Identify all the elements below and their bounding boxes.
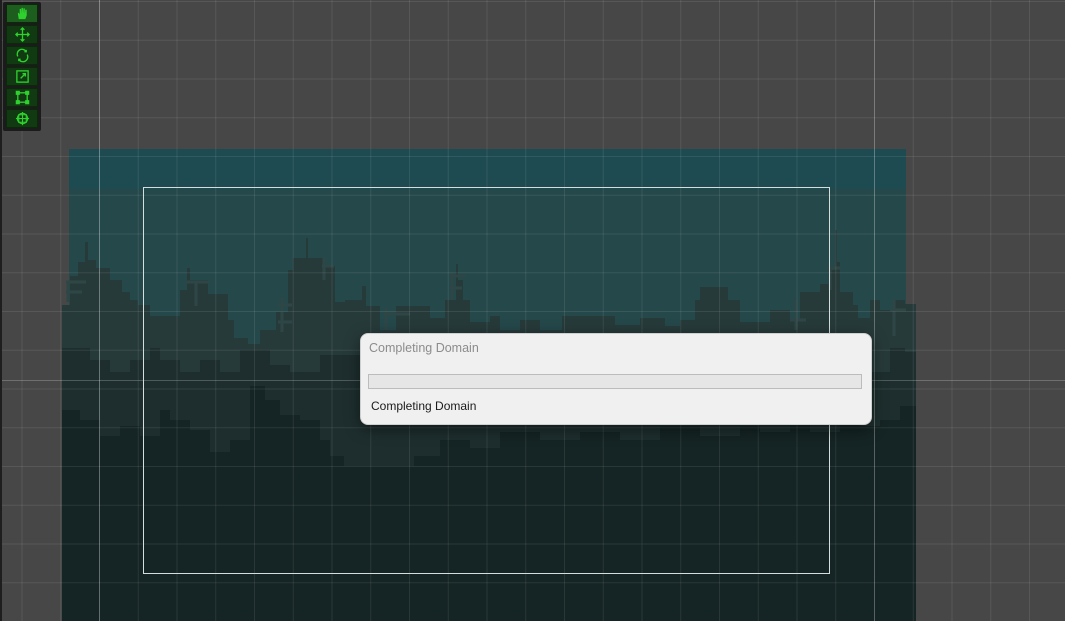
hand-tool-button[interactable]	[6, 4, 38, 23]
grid-axis-vertical	[99, 0, 100, 621]
grid-axis-vertical-right	[874, 0, 875, 621]
progress-bar	[368, 374, 862, 389]
hand-icon	[17, 7, 27, 20]
transform-tool-button[interactable]	[6, 109, 38, 128]
scale-icon	[15, 70, 29, 83]
scene-viewport[interactable]	[0, 0, 1065, 621]
rect-transform-icon	[15, 90, 29, 105]
dialog-title: Completing Domain	[369, 341, 479, 355]
scale-tool-button[interactable]	[6, 67, 38, 86]
scene-tools-toolbar	[3, 2, 41, 131]
move-icon	[14, 27, 30, 42]
rotate-icon	[16, 48, 28, 63]
transform-all-icon	[15, 111, 29, 126]
left-edge-border	[0, 0, 2, 621]
scene-background	[62, 149, 916, 621]
dialog-status-text: Completing Domain	[371, 399, 477, 413]
rect-tool-button[interactable]	[6, 88, 38, 107]
rotate-tool-button[interactable]	[6, 46, 38, 65]
sky-top-band	[69, 149, 906, 189]
move-tool-button[interactable]	[6, 25, 38, 44]
progress-dialog: Completing Domain Completing Domain	[360, 333, 872, 425]
